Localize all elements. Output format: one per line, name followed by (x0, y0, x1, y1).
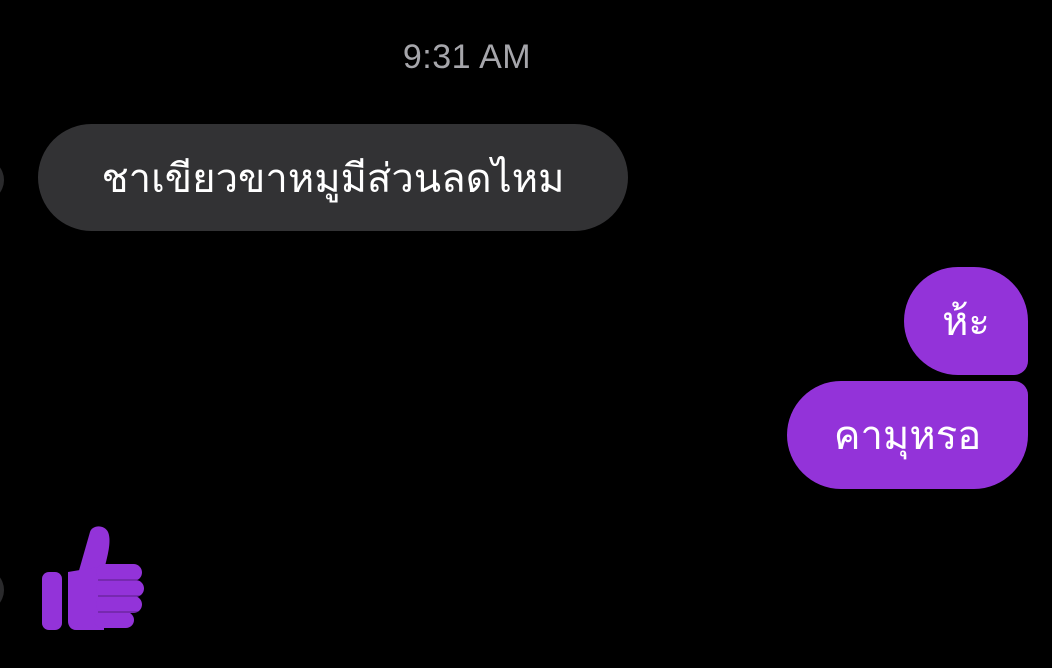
message-text: คามุหรอ (833, 413, 982, 459)
incoming-message-bubble[interactable]: ชาเขียวขาหมูมีส่วนลดไหม (38, 124, 628, 231)
message-text: ชาเขียวขาหมูมีส่วนลดไหม (101, 155, 565, 202)
contact-avatar[interactable] (0, 568, 4, 612)
message-timestamp: 9:31 AM (402, 38, 532, 76)
outgoing-message-bubble[interactable]: ห้ะ (904, 267, 1028, 375)
contact-avatar[interactable] (0, 158, 4, 202)
thumbs-up-reaction[interactable] (38, 522, 146, 634)
thumbs-up-icon (42, 526, 144, 630)
outgoing-message-bubble[interactable]: คามุหรอ (787, 381, 1028, 489)
message-text: ห้ะ (942, 299, 990, 345)
